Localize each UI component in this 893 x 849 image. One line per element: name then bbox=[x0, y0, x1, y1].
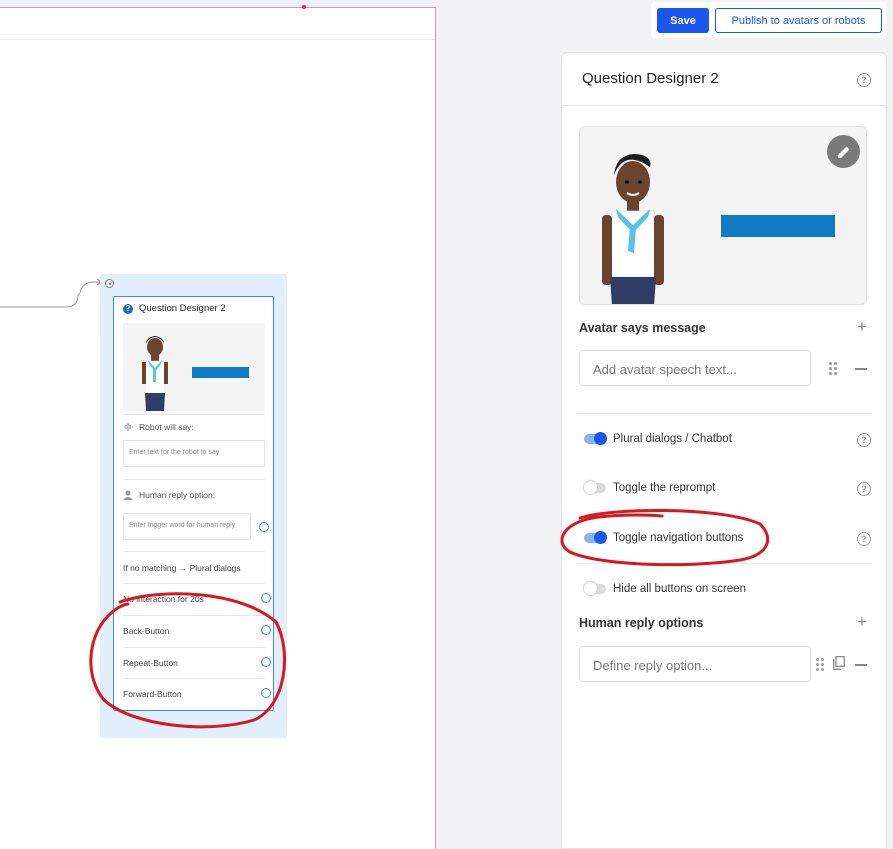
plural-dialogs-label: Plural dialogs / Chatbot bbox=[613, 433, 732, 445]
avatar-figure-icon bbox=[602, 154, 664, 304]
no-interaction-port[interactable] bbox=[261, 593, 271, 603]
publish-button[interactable]: Publish to avatars or robots bbox=[715, 8, 882, 33]
help-icon[interactable]: ? bbox=[857, 73, 871, 87]
hide-buttons-label: Hide all buttons on screen bbox=[613, 583, 746, 595]
remove-message-icon[interactable] bbox=[855, 368, 867, 370]
avatar-figure-icon bbox=[142, 336, 168, 411]
human-trigger-input[interactable]: Enter trigger word for human reply bbox=[123, 513, 251, 540]
navigation-buttons-switch[interactable] bbox=[584, 531, 607, 544]
repeat-button-row[interactable]: Repeat-Button bbox=[123, 657, 271, 668]
panel-title: Question Designer 2 bbox=[582, 70, 719, 87]
repeat-button-label: Repeat-Button bbox=[123, 658, 178, 668]
robot-label-text: Robot will say: bbox=[139, 422, 194, 432]
properties-panel: Question Designer 2 ? Avatar says messag… bbox=[561, 52, 887, 849]
avatar-section-title: Avatar says message bbox=[579, 321, 706, 335]
no-interaction-row[interactable]: No interaction for 20s bbox=[123, 593, 271, 604]
panel-divider bbox=[562, 105, 886, 106]
help-icon[interactable]: ? bbox=[857, 532, 871, 546]
pencil-icon bbox=[837, 146, 849, 158]
panel-divider bbox=[577, 563, 872, 564]
forward-button-label: Forward-Button bbox=[123, 689, 182, 699]
node-avatar-preview bbox=[123, 323, 265, 411]
edit-button[interactable] bbox=[827, 135, 860, 168]
canvas-marker bbox=[302, 5, 306, 9]
node-divider bbox=[123, 583, 265, 584]
person-icon bbox=[123, 490, 133, 500]
top-action-bar: Save Publish to avatars or robots bbox=[651, 2, 887, 38]
help-icon[interactable]: ? bbox=[857, 433, 871, 447]
reprompt-label: Toggle the reprompt bbox=[613, 482, 716, 494]
toggle-plural-dialogs[interactable]: Plural dialogs / Chatbot bbox=[584, 432, 732, 445]
question-designer-node[interactable]: ? Question Designer 2 Robot will say: En… bbox=[100, 274, 287, 738]
drag-handle-icon[interactable] bbox=[816, 658, 824, 671]
robot-text-input[interactable]: Enter text for the robot to say bbox=[123, 440, 265, 467]
human-reply-section-title: Human reply options bbox=[579, 616, 704, 630]
forward-button-port[interactable] bbox=[261, 688, 271, 698]
node-divider bbox=[123, 615, 265, 616]
node-divider bbox=[123, 647, 265, 648]
sound-wave-icon bbox=[124, 423, 133, 431]
robot-label: Robot will say: bbox=[123, 422, 194, 432]
toggle-navigation-buttons[interactable]: Toggle navigation buttons bbox=[584, 531, 744, 544]
node-header: ? Question Designer 2 bbox=[123, 303, 226, 314]
navigation-buttons-label: Toggle navigation buttons bbox=[613, 532, 744, 544]
toggle-hide-buttons[interactable]: Hide all buttons on screen bbox=[584, 582, 746, 595]
hide-buttons-switch[interactable] bbox=[584, 582, 606, 595]
human-label-text: Human reply option: bbox=[139, 490, 216, 500]
reply-option-input[interactable]: Define reply option... bbox=[579, 646, 811, 682]
avatar-preview bbox=[579, 126, 867, 305]
node-divider bbox=[123, 678, 265, 679]
node-divider bbox=[123, 479, 265, 480]
avatar-speech-input[interactable]: Add avatar speech text... bbox=[579, 350, 811, 386]
toggle-reprompt[interactable]: Toggle the reprompt bbox=[584, 481, 716, 494]
reprompt-switch[interactable] bbox=[584, 481, 606, 494]
add-reply-icon[interactable]: + bbox=[857, 613, 867, 630]
question-icon: ? bbox=[123, 303, 133, 314]
back-button-row[interactable]: Back-Button bbox=[123, 625, 271, 636]
back-button-port[interactable] bbox=[261, 625, 271, 635]
panel-divider bbox=[577, 413, 872, 414]
node-divider bbox=[123, 551, 265, 552]
save-button[interactable]: Save bbox=[657, 8, 709, 33]
add-message-icon[interactable]: + bbox=[857, 318, 867, 335]
node-input-port[interactable] bbox=[105, 279, 114, 288]
no-match-row: If no matching → Plural dialogs bbox=[123, 563, 241, 573]
remove-reply-icon[interactable] bbox=[855, 664, 867, 666]
node-card[interactable]: ? Question Designer 2 Robot will say: En… bbox=[113, 296, 274, 711]
back-button-label: Back-Button bbox=[123, 626, 170, 636]
node-avatar-bar bbox=[192, 367, 249, 378]
repeat-button-port[interactable] bbox=[261, 657, 271, 667]
forward-button-row[interactable]: Forward-Button bbox=[123, 688, 271, 699]
node-divider bbox=[123, 414, 265, 415]
no-interaction-label: No interaction for 20s bbox=[123, 594, 204, 604]
node-title: Question Designer 2 bbox=[139, 303, 226, 314]
plural-dialogs-switch[interactable] bbox=[584, 432, 607, 445]
drag-handle-icon[interactable] bbox=[829, 362, 837, 375]
human-reply-port[interactable] bbox=[259, 522, 269, 532]
help-icon[interactable]: ? bbox=[857, 482, 871, 496]
flow-connector-line bbox=[0, 278, 102, 308]
human-label: Human reply option: bbox=[123, 490, 215, 500]
avatar-name-bar bbox=[721, 215, 835, 237]
copy-icon[interactable] bbox=[833, 656, 845, 670]
